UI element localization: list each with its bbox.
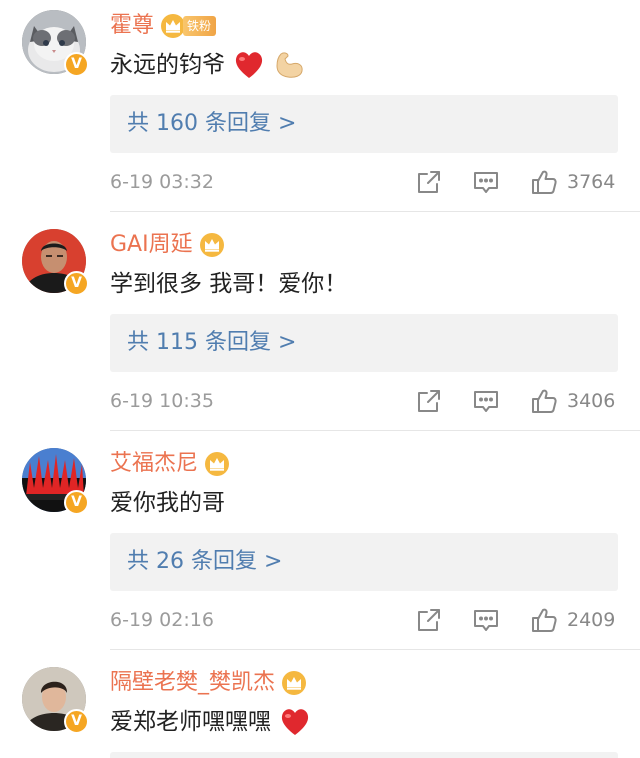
comment-body: 爱你我的哥 — [110, 490, 225, 516]
username[interactable]: 隔壁老樊_樊凯杰 — [110, 667, 275, 699]
name-row: 霍尊 铁粉 — [110, 10, 217, 42]
comment-body: 学到很多 我哥！爱你！ — [110, 271, 348, 297]
thumbs-up-icon — [532, 389, 557, 413]
reply-summary-button[interactable] — [110, 752, 618, 758]
verified-badge: V — [64, 271, 89, 296]
like-button[interactable]: 3406 — [530, 385, 615, 417]
like-button[interactable]: 3764 — [530, 166, 615, 198]
share-icon[interactable] — [415, 387, 443, 415]
divider — [110, 430, 640, 431]
username[interactable]: 艾福杰尼 — [110, 448, 198, 480]
comment-text: 爱郑老师嘿嘿嘿 — [110, 705, 311, 739]
comment-text: 永远的钧爷 — [110, 48, 305, 82]
username[interactable]: GAI周延 — [110, 229, 193, 261]
reply-summary-button[interactable]: 共 160 条回复 > — [110, 95, 618, 153]
comment-body: 永远的钧爷 — [110, 52, 225, 78]
thumbs-up-icon — [532, 170, 557, 194]
crown-member-icon — [205, 452, 230, 476]
red-heart-icon — [235, 52, 263, 78]
comment-body: 爱郑老师嘿嘿嘿 — [110, 709, 271, 735]
crown-member-icon — [282, 671, 307, 695]
comment-text: 爱你我的哥 — [110, 486, 225, 520]
divider — [110, 649, 640, 650]
verified-badge: V — [64, 709, 89, 734]
name-row: 艾福杰尼 — [110, 448, 230, 480]
comment-icon[interactable] — [472, 387, 500, 415]
reply-summary-label: 共 160 条回复 > — [127, 111, 297, 136]
fan-tag: 铁粉 — [183, 16, 217, 36]
name-row: GAI周延 — [110, 229, 225, 261]
crown-member-icon — [199, 233, 224, 257]
like-count: 2409 — [567, 609, 616, 631]
comment-meta-row: 6-19 10:35 3406 — [110, 385, 630, 417]
comment-icon[interactable] — [472, 168, 500, 196]
comment-meta-row: 6-19 02:16 2409 — [110, 604, 630, 636]
share-icon[interactable] — [415, 168, 443, 196]
reply-summary-label: 共 26 条回复 > — [127, 549, 283, 574]
username[interactable]: 霍尊 — [110, 10, 154, 42]
timestamp: 6-19 02:16 — [110, 609, 214, 631]
timestamp: 6-19 03:32 — [110, 171, 214, 193]
comment-icon[interactable] — [472, 606, 500, 634]
divider — [110, 211, 640, 212]
verified-badge: V — [64, 490, 89, 515]
share-icon[interactable] — [415, 606, 443, 634]
like-count: 3764 — [567, 171, 616, 193]
red-heart-icon — [281, 709, 309, 735]
reply-summary-label: 共 115 条回复 > — [127, 330, 297, 355]
timestamp: 6-19 10:35 — [110, 390, 214, 412]
verified-badge: V — [64, 52, 89, 77]
like-button[interactable]: 2409 — [530, 604, 615, 636]
like-count: 3406 — [567, 390, 616, 412]
flexed-biceps-icon — [276, 52, 303, 78]
comment-text: 学到很多 我哥！爱你！ — [110, 267, 347, 301]
name-row: 隔壁老樊_樊凯杰 — [110, 667, 307, 699]
reply-summary-button[interactable]: 共 115 条回复 > — [110, 314, 618, 372]
reply-summary-button[interactable]: 共 26 条回复 > — [110, 533, 618, 591]
comment-meta-row: 6-19 03:32 3764 — [110, 166, 630, 198]
thumbs-up-icon — [532, 608, 557, 632]
